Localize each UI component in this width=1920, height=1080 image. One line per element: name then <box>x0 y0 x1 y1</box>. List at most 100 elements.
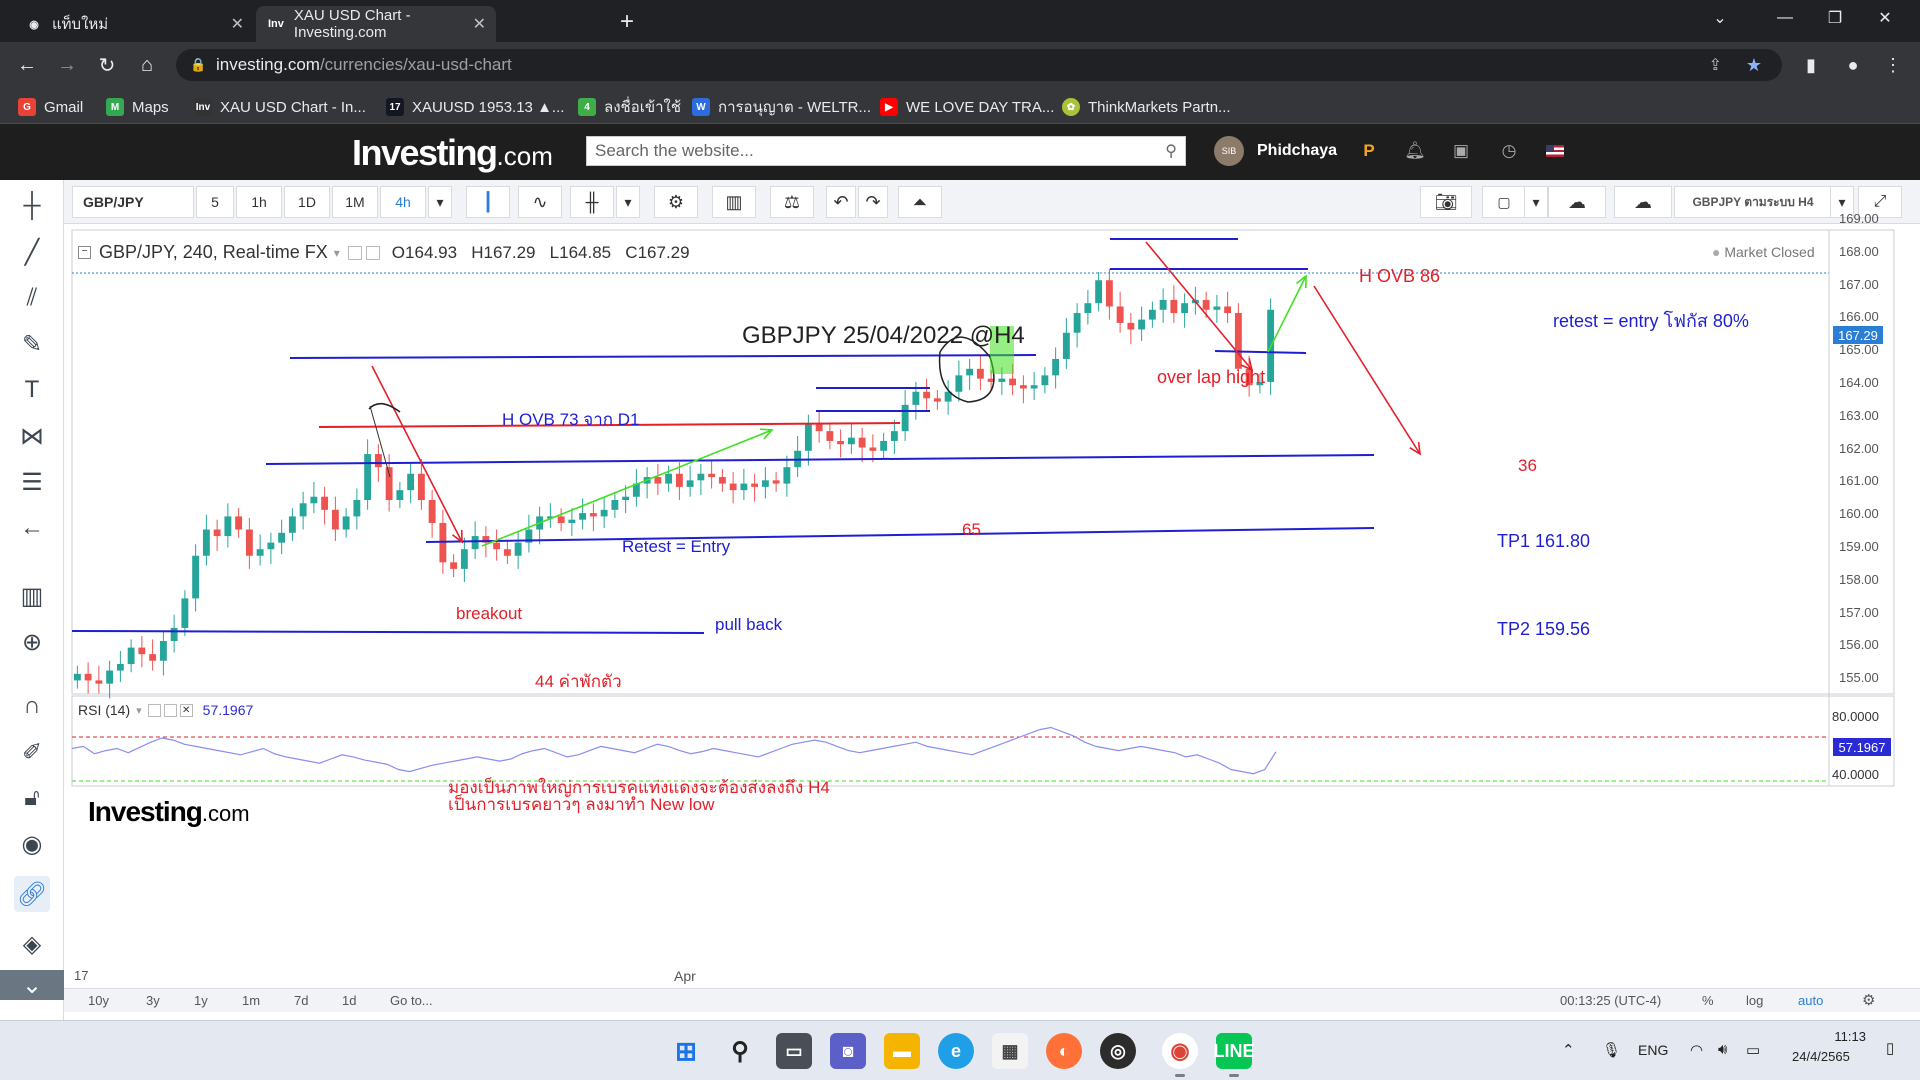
range-1y[interactable]: 1y <box>194 993 208 1008</box>
legend-dropdown-icon[interactable]: ▾ <box>334 246 340 260</box>
store-icon[interactable]: ▦ <box>992 1033 1028 1069</box>
bookmark-youtube[interactable]: ▶ WE LOVE DAY TRA... <box>880 96 1054 118</box>
rsi-dropdown-icon[interactable]: ▾ <box>136 704 142 717</box>
channel-icon[interactable]: ⫽ <box>14 280 50 316</box>
legend-visibility-icon[interactable] <box>365 245 380 260</box>
range-1d[interactable]: 1d <box>342 993 356 1008</box>
auto-toggle[interactable]: auto <box>1798 993 1823 1008</box>
range-10y[interactable]: 10y <box>88 993 109 1008</box>
trend-line-icon[interactable]: ╱ <box>14 234 50 270</box>
eye-icon[interactable]: ◉ <box>14 826 50 862</box>
annotation-retest-focus[interactable]: retest = entry โฟกัส 80% <box>1553 306 1749 335</box>
restore-button[interactable]: ❐ <box>1810 0 1860 36</box>
pro-icon[interactable]: P <box>1358 140 1380 162</box>
microphone-icon[interactable]: 🎙︎ <box>1602 1041 1621 1059</box>
minimize-button[interactable]: — <box>1760 0 1810 36</box>
annotation-retest-entry[interactable]: Retest = Entry <box>622 537 730 557</box>
edge-icon[interactable]: e <box>938 1033 974 1069</box>
interval-5[interactable]: 5 <box>196 186 234 218</box>
annotation-44[interactable]: 44 ค่าพักตัว <box>535 668 622 695</box>
rsi-visibility-icon[interactable] <box>163 703 177 717</box>
cloud-upload-icon[interactable]: ☁ <box>1614 186 1672 218</box>
bookmark-maps[interactable]: M Maps <box>106 96 169 118</box>
tray-expand-icon[interactable]: ⌃ <box>1562 1041 1575 1059</box>
range-1m[interactable]: 1m <box>242 993 260 1008</box>
menu-dots-icon[interactable]: ⋮ <box>1878 50 1908 80</box>
task-view-icon[interactable]: ▭ <box>776 1033 812 1069</box>
line-chart-icon[interactable]: ∿ <box>518 186 562 218</box>
template-select[interactable]: GBPJPY ตามระบบ H4 <box>1674 186 1832 218</box>
arrow-left-icon[interactable]: ← <box>14 510 50 546</box>
tab-search-icon[interactable]: ⌄ <box>1695 0 1745 36</box>
fib-icon[interactable]: ☰ <box>14 464 50 500</box>
profile-icon[interactable]: ● <box>1838 50 1868 80</box>
annotation-65[interactable]: 65 <box>962 520 981 540</box>
magnet-icon[interactable]: ∩ <box>14 688 50 724</box>
interval-1d[interactable]: 1D <box>284 186 330 218</box>
clock-time[interactable]: 11:13 <box>1802 1029 1866 1044</box>
site-search-input[interactable]: Search the website... ⚲ <box>586 136 1186 166</box>
chart-title-annotation[interactable]: GBPJPY 25/04/2022 @H4 <box>742 322 1025 350</box>
chrome-icon[interactable]: ◉ <box>1162 1033 1198 1077</box>
collapse-legend-icon[interactable]: − <box>78 246 91 259</box>
annotation-h-ovb-86[interactable]: H OVB 86 <box>1359 266 1440 287</box>
home-icon[interactable]: ⌂ <box>132 50 162 80</box>
collapse-panel-icon[interactable]: ⌄ <box>0 970 64 1000</box>
text-tool-icon[interactable]: T <box>14 372 50 408</box>
wifi-icon[interactable]: ◠ <box>1690 1041 1703 1059</box>
bell-icon[interactable]: 🔔︎ <box>1404 140 1426 162</box>
interval-1m[interactable]: 1M <box>332 186 378 218</box>
symbol-input[interactable]: GBP/JPY <box>72 186 194 218</box>
legend-settings-icon[interactable] <box>347 245 362 260</box>
volume-icon[interactable]: 🔊︎ <box>1718 1041 1727 1058</box>
start-icon[interactable]: ⊞ <box>668 1033 704 1069</box>
us-flag-icon[interactable] <box>1544 140 1566 162</box>
close-tab-icon[interactable]: ✕ <box>231 14 244 34</box>
notification-icon[interactable]: ▯ <box>1886 1039 1894 1057</box>
back-icon[interactable]: ← <box>12 50 42 80</box>
draw-mode-icon[interactable]: ✐ <box>14 734 50 770</box>
file-explorer-icon[interactable]: ▬ <box>884 1033 920 1069</box>
interval-4h[interactable]: 4h <box>380 186 426 218</box>
search-icon[interactable]: ⚲ <box>1165 141 1177 161</box>
undo-icon[interactable]: ↶ <box>826 186 856 218</box>
range-3y[interactable]: 3y <box>146 993 160 1008</box>
annotation-tp1[interactable]: TP1 161.80 <box>1497 531 1590 552</box>
interval-1h[interactable]: 1h <box>236 186 282 218</box>
zoom-in-icon[interactable]: ⊕ <box>14 624 50 660</box>
chart-area[interactable]: − GBP/JPY, 240, Real-time FX ▾ O164.93 H… <box>64 211 1920 1010</box>
camera-icon[interactable]: 📷︎ <box>1420 186 1472 218</box>
chart-settings-icon[interactable]: ⚙ <box>1862 991 1875 1009</box>
portfolio-icon[interactable]: ▣ <box>1450 140 1472 162</box>
language-indicator[interactable]: ENG <box>1638 1042 1668 1058</box>
line-icon[interactable]: LINE <box>1214 1033 1255 1077</box>
goto-button[interactable]: Go to... <box>390 993 433 1008</box>
annotation-tp2[interactable]: TP2 159.56 <box>1497 619 1590 640</box>
annotation-36[interactable]: 36 <box>1518 456 1537 476</box>
url-field[interactable]: 🔒 investing.com/currencies/xau-usd-chart… <box>176 49 1782 81</box>
link-icon[interactable]: 🔗︎ <box>14 876 50 912</box>
annotation-h-ovb-73[interactable]: H OVB 73 จาก D1 <box>502 406 640 433</box>
firefox-icon[interactable]: ◐ <box>1046 1033 1082 1069</box>
tab-new-tab[interactable]: ◉ แท็บใหม่ ✕ <box>14 6 254 42</box>
battery-icon[interactable]: ▭ <box>1746 1041 1760 1059</box>
bookmark-gmail[interactable]: G Gmail <box>18 96 83 118</box>
pattern-icon[interactable]: ⋈ <box>14 418 50 454</box>
avatar[interactable]: SIB <box>1214 136 1244 166</box>
range-7d[interactable]: 7d <box>294 993 308 1008</box>
bars-icon[interactable]: ╫ <box>570 186 614 218</box>
layout-dropdown-icon[interactable]: ▾ <box>1524 186 1548 218</box>
forward-icon[interactable]: → <box>52 50 82 80</box>
tab-xau-chart[interactable]: Inv XAU USD Chart - Investing.com ✕ <box>256 6 496 42</box>
bookmark-star-icon[interactable]: ★ <box>1746 55 1762 76</box>
layers-icon[interactable]: ◈ <box>14 926 50 962</box>
indicators-icon[interactable]: ▥ <box>712 186 756 218</box>
side-panel-icon[interactable]: ▮ <box>1796 50 1826 80</box>
log-toggle[interactable]: log <box>1746 993 1763 1008</box>
new-tab-button[interactable]: + <box>620 8 634 36</box>
investing-logo[interactable]: Investing.com <box>352 132 553 174</box>
user-name[interactable]: Phidchaya <box>1257 142 1337 160</box>
interval-dropdown-icon[interactable]: ▾ <box>428 186 452 218</box>
annotation-breakout[interactable]: breakout <box>456 604 522 624</box>
clock-date[interactable]: 24/4/2565 <box>1792 1049 1850 1064</box>
